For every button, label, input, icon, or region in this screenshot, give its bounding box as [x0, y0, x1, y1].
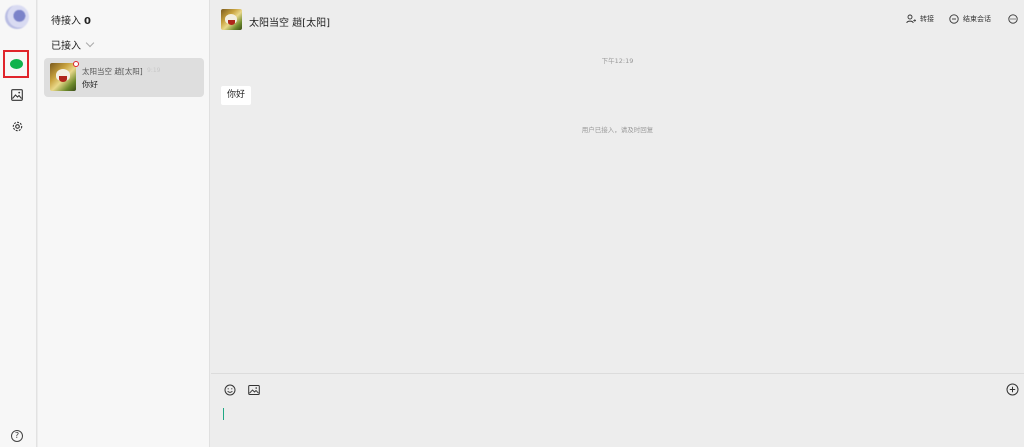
- transfer-label: 转接: [920, 15, 934, 23]
- chat-icon: [9, 59, 23, 69]
- chat-contact-avatar[interactable]: [221, 9, 242, 30]
- add-button[interactable]: [1005, 382, 1019, 396]
- message-input[interactable]: [221, 403, 1001, 443]
- plus-circle-icon: [1006, 383, 1018, 395]
- message-bubble: 你好: [221, 86, 252, 105]
- accepted-toggle[interactable]: 已接入: [51, 37, 95, 52]
- system-notice: 用户已接入，请及时回复: [581, 126, 654, 134]
- conversation-item[interactable]: 太阳当空 趙[太阳] 9:19 你好: [44, 58, 204, 97]
- gear-icon: [12, 121, 22, 131]
- gallery-nav-button[interactable]: [5, 83, 29, 107]
- transfer-person-icon: [906, 14, 916, 24]
- waiting-header[interactable]: 待接入 0: [51, 12, 91, 27]
- image-icon: [11, 89, 23, 101]
- composer-divider: [211, 373, 1024, 374]
- left-rail: ?: [0, 0, 37, 447]
- message-time-divider: 下午12:19: [601, 57, 634, 65]
- input-caret: [223, 408, 224, 420]
- help-icon: ?: [11, 430, 23, 442]
- chat-header: 太阳当空 趙[太阳] 转接 结束会话: [211, 0, 1024, 38]
- user-avatar[interactable]: [5, 5, 29, 29]
- chevron-down-icon: [85, 38, 95, 48]
- contact-avatar: [50, 63, 76, 91]
- end-session-label: 结束会话: [963, 15, 991, 23]
- waiting-label: 待接入: [51, 16, 81, 27]
- conversation-list-panel: 待接入 0 已接入 太阳当空 趙[太阳] 9:19 你好: [38, 0, 210, 447]
- settings-nav-button[interactable]: [5, 114, 29, 138]
- emoji-button[interactable]: [223, 383, 237, 397]
- chat-title: 太阳当空 趙[太阳]: [249, 18, 330, 29]
- conversation-name: 太阳当空 趙[太阳]: [82, 67, 143, 76]
- conversation-last-message: 你好: [82, 80, 98, 89]
- accepted-label: 已接入: [51, 41, 81, 52]
- transfer-button[interactable]: 转接: [906, 14, 934, 24]
- image-icon: [248, 385, 260, 395]
- send-image-button[interactable]: [247, 383, 261, 397]
- unread-badge: [73, 61, 79, 67]
- chat-nav-button[interactable]: [3, 50, 29, 78]
- conversation-time: 9:19: [147, 67, 161, 74]
- chat-panel: 太阳当空 趙[太阳] 转接 结束会话 下午12:19 你好 用户已接入，请及时回: [211, 0, 1024, 447]
- end-session-button[interactable]: 结束会话: [949, 14, 991, 24]
- more-icon: [1008, 14, 1018, 24]
- emoji-icon: [224, 384, 236, 396]
- waiting-count: 0: [84, 16, 91, 27]
- end-session-icon: [949, 14, 959, 24]
- help-button[interactable]: ?: [6, 427, 28, 445]
- more-options-button[interactable]: [1008, 14, 1018, 24]
